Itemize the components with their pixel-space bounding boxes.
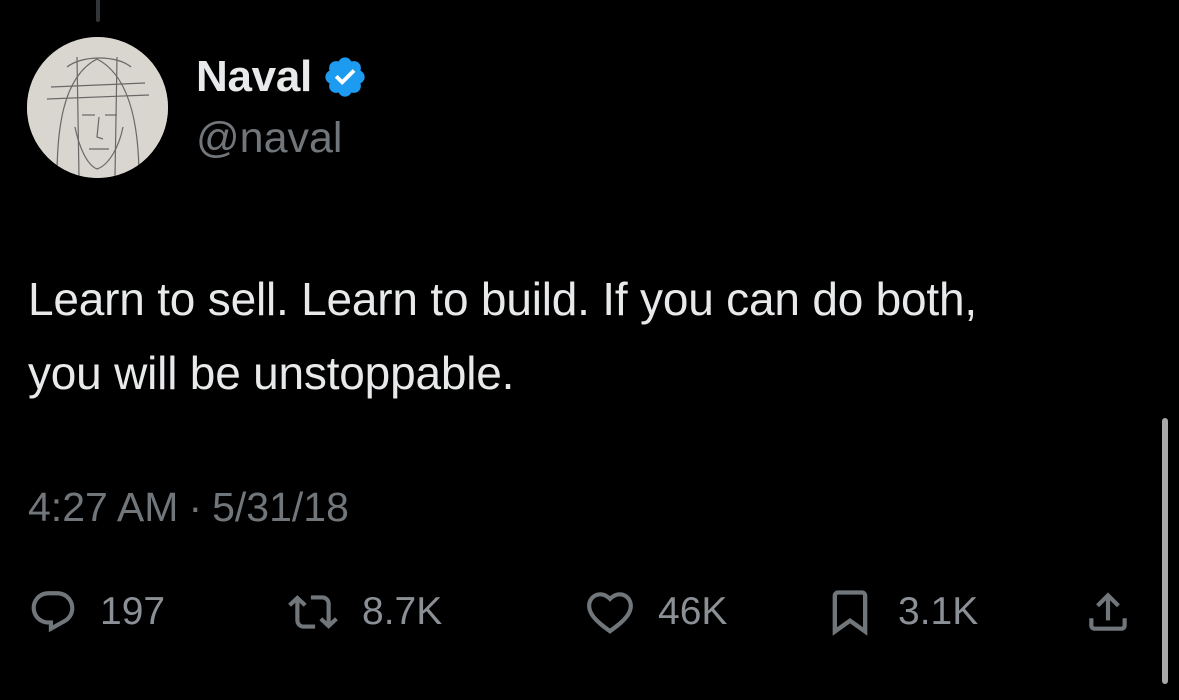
tweet-date: 5/31/18 [212, 484, 349, 530]
scrollbar-thumb[interactable] [1162, 418, 1168, 684]
avatar-sketch-image [27, 37, 168, 178]
tweet-text: Learn to sell. Learn to build. If you ca… [28, 273, 977, 399]
like-button[interactable]: 46K [584, 582, 727, 642]
reply-icon [31, 591, 75, 633]
author-name-row: Naval [196, 52, 368, 102]
verified-badge-icon [325, 57, 365, 97]
bookmark-button[interactable]: 3.1K [824, 582, 978, 642]
share-button[interactable] [1083, 582, 1133, 642]
reply-button[interactable]: 197 [28, 582, 165, 642]
bookmark-icon [832, 590, 868, 636]
like-count: 46K [658, 590, 728, 633]
avatar[interactable] [27, 37, 168, 178]
author-handle[interactable]: @naval [196, 114, 342, 163]
tweet-actions-bar: 197 8.7K 46K 3.1K [28, 582, 1153, 642]
heart-icon [587, 592, 633, 634]
repost-button[interactable]: 8.7K [286, 582, 442, 642]
reply-count: 197 [100, 590, 166, 633]
tweet-timestamp[interactable]: 4:27 AM · 5/31/18 [28, 484, 349, 531]
author-display-name[interactable]: Naval [196, 52, 312, 102]
meta-separator: · [188, 484, 203, 530]
bookmark-count: 3.1K [898, 590, 979, 633]
tweet-time: 4:27 AM [28, 484, 179, 530]
thread-connector-line [96, 0, 100, 22]
share-icon [1089, 592, 1127, 631]
repost-count: 8.7K [362, 590, 443, 633]
repost-icon [288, 595, 338, 629]
